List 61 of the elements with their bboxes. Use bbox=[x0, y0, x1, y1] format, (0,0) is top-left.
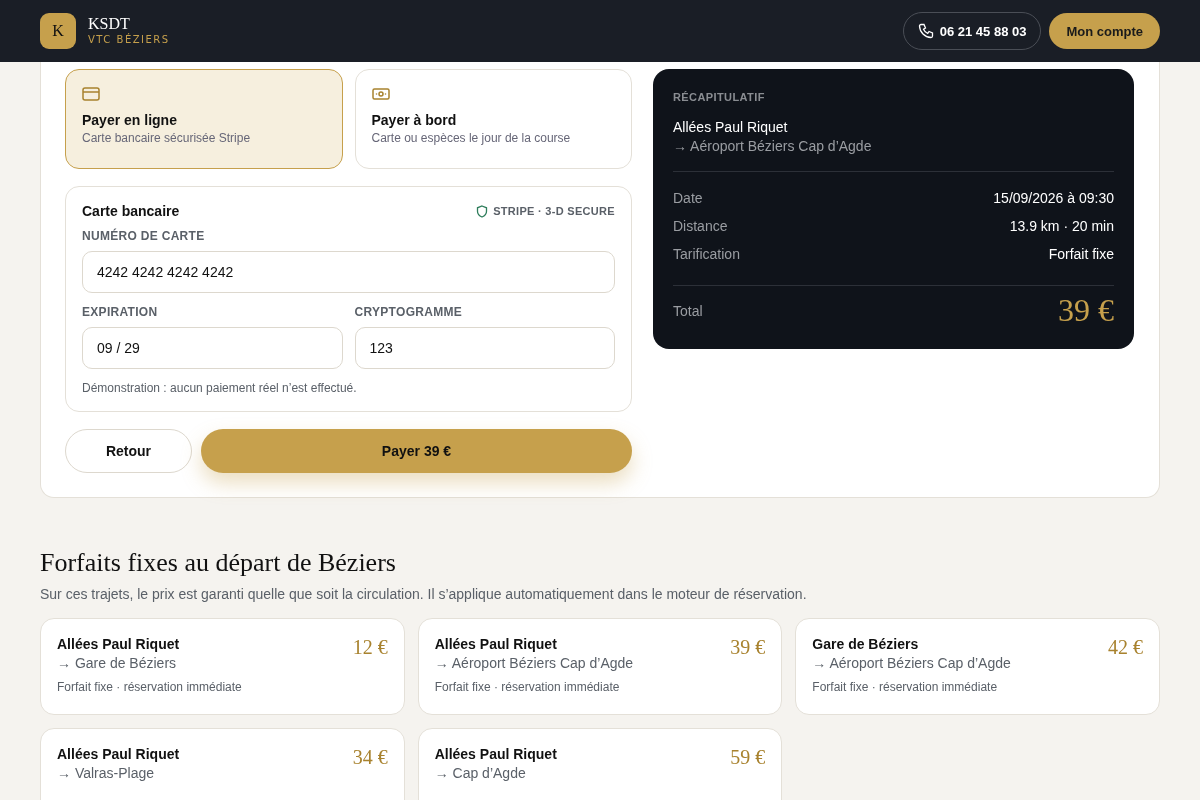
back-button[interactable]: Retour bbox=[65, 429, 192, 473]
route-origin: Allées Paul Riquet bbox=[57, 746, 180, 762]
route-note: Forfait fixe · réservation immédiate bbox=[57, 680, 242, 694]
phone-icon bbox=[917, 23, 934, 39]
section-title: Forfaits fixes au départ de Béziers bbox=[40, 548, 397, 578]
route-price: 34 € bbox=[352, 746, 388, 770]
route-origin: Allées Paul Riquet bbox=[434, 746, 557, 762]
summary-label: Date bbox=[673, 189, 703, 208]
logo-mark: K bbox=[40, 13, 76, 49]
price-card[interactable]: Allées Paul Riquet → Cap d’Agde 59 € bbox=[417, 728, 783, 800]
summary-value: Forfait fixe bbox=[1048, 245, 1114, 264]
payment-option[interactable]: Payer en ligne Carte bancaire sécurisée Stripe bbox=[65, 69, 343, 169]
summary-heading: RÉCAPITULATIF bbox=[673, 91, 766, 103]
route-price: 12 € bbox=[352, 636, 388, 660]
form-title: Carte bancaire bbox=[82, 203, 180, 219]
summary-label: Distance bbox=[673, 217, 728, 236]
demo-note: Démonstration : aucun paiement réel n’est effectué. bbox=[82, 381, 358, 395]
summary-label: Tarification bbox=[673, 245, 740, 264]
route-note: Forfait fixe · réservation immédiate bbox=[434, 680, 621, 694]
pay-button[interactable]: Payer 39 € bbox=[201, 429, 632, 473]
banknote-icon bbox=[371, 86, 390, 102]
field-label: CRYPTOGRAMME bbox=[354, 305, 464, 319]
credit-card-icon bbox=[82, 86, 100, 102]
route-note: Forfait fixe · réservation immédiate bbox=[812, 680, 999, 694]
brand-tagline: VTC BÉZIERS bbox=[88, 33, 170, 47]
route-origin: Allées Paul Riquet bbox=[434, 636, 558, 652]
route-price: 59 € bbox=[730, 746, 766, 770]
price-card[interactable]: Gare de Béziers → Aéroport Béziers Cap d’Agde Forfait fixe · réservation immédiate 42 € bbox=[795, 618, 1160, 715]
route-destination: → Cap d’Agde bbox=[434, 765, 527, 781]
route-destination: → Aéroport Béziers Cap d’Agde bbox=[434, 655, 634, 671]
price-card[interactable]: Allées Paul Riquet → Aéroport Béziers Cap d’Agde Forfait fixe · réservation immédiate 39 € bbox=[417, 618, 783, 715]
payment-option[interactable]: Payer à bord Carte ou espèces le jour de la course bbox=[354, 69, 632, 169]
option-title: Payer en ligne bbox=[82, 112, 177, 128]
field-label: EXPIRATION bbox=[82, 305, 159, 319]
route-destination: → Aéroport Béziers Cap d’Agde bbox=[673, 138, 873, 154]
price-card[interactable]: Allées Paul Riquet → Valras-Plage 34 € bbox=[40, 728, 405, 800]
input-field[interactable]: 123 bbox=[354, 327, 615, 369]
route-destination: → Aéroport Béziers Cap d’Agde bbox=[812, 655, 1011, 671]
summary-value: 13.9 km · 20 min bbox=[1009, 217, 1114, 236]
total-price: 39 € bbox=[1058, 292, 1114, 329]
option-subtitle: Carte ou espèces le jour de la course bbox=[371, 131, 571, 145]
route-origin: Allées Paul Riquet bbox=[673, 119, 789, 135]
section-description: Sur ces trajets, le prix est garanti quelle que soit la circulation. Il s’applique automatiquement dans le moteur de réservation. bbox=[40, 586, 808, 602]
price-card[interactable]: Allées Paul Riquet → Gare de Béziers Forfait fixe · réservation immédiate 12 € bbox=[40, 618, 405, 715]
account-button[interactable]: Mon compte bbox=[1049, 13, 1160, 49]
route-price: 39 € bbox=[730, 636, 766, 660]
input-field[interactable]: 4242 4242 4242 4242 bbox=[82, 251, 615, 293]
option-subtitle: Carte bancaire sécurisée Stripe bbox=[82, 131, 251, 145]
shield-icon bbox=[476, 204, 489, 218]
route-destination: → Gare de Béziers bbox=[57, 655, 178, 671]
route-price: 42 € bbox=[1108, 636, 1143, 660]
total-label: Total bbox=[673, 302, 703, 319]
route-origin: Gare de Béziers bbox=[812, 636, 920, 652]
route-destination: → Valras-Plage bbox=[57, 765, 155, 781]
security-label: STRIPE · 3-D SECURE bbox=[493, 205, 615, 217]
summary-value: 15/09/2026 à 09:30 bbox=[993, 189, 1114, 208]
brand-name: KSDT bbox=[88, 15, 131, 33]
field-label: NUMÉRO DE CARTE bbox=[82, 229, 206, 243]
route-origin: Allées Paul Riquet bbox=[57, 636, 181, 652]
option-title: Payer à bord bbox=[371, 112, 457, 128]
input-field[interactable]: 09 / 29 bbox=[82, 327, 343, 369]
